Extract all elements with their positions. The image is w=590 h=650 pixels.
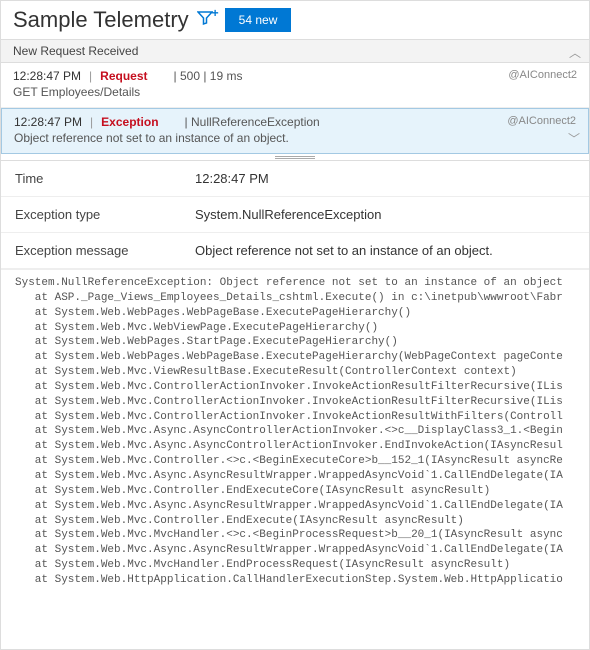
stack-trace: System.NullReferenceException: Object re… — [1, 270, 589, 587]
entry-source: @AIConnect2 — [508, 69, 577, 81]
new-items-button[interactable]: 54 new — [225, 8, 292, 32]
entry-meta: | NullReferenceException — [185, 115, 320, 129]
section-header-label: New Request Received — [13, 44, 138, 58]
detail-val: Object reference not set to an instance … — [181, 233, 589, 269]
detail-key: Time — [1, 161, 181, 197]
splitter-handle[interactable] — [1, 154, 589, 161]
details-table: Time 12:28:47 PM Exception type System.N… — [1, 161, 589, 269]
table-row: Exception message Object reference not s… — [1, 233, 589, 269]
chevron-down-icon[interactable]: ﹀ — [568, 130, 580, 147]
panel-header: Sample Telemetry + 54 new — [1, 1, 589, 39]
stack-trace-scroll[interactable]: System.NullReferenceException: Object re… — [1, 269, 589, 587]
detail-key: Exception message — [1, 233, 181, 269]
section-header[interactable]: New Request Received ︿ — [1, 39, 589, 63]
filter-icon[interactable]: + — [197, 10, 217, 30]
entry-kind: Exception — [101, 115, 158, 129]
panel-title: Sample Telemetry — [13, 7, 189, 33]
entry-subtext: Object reference not set to an instance … — [14, 131, 576, 145]
detail-val: System.NullReferenceException — [181, 197, 589, 233]
entry-subtext: GET Employees/Details — [13, 85, 577, 99]
gripper-icon — [275, 156, 315, 159]
entry-kind: Request — [100, 69, 147, 83]
detail-val: 12:28:47 PM — [181, 161, 589, 197]
plus-icon: + — [212, 6, 219, 20]
table-row: Time 12:28:47 PM — [1, 161, 589, 197]
table-row: Exception type System.NullReferenceExcep… — [1, 197, 589, 233]
chevron-up-icon[interactable]: ︿ — [569, 44, 581, 61]
entry-source: @AIConnect2 — [507, 115, 576, 127]
entry-timestamp: 12:28:47 PM — [14, 115, 82, 129]
telemetry-entry[interactable]: 12:28:47 PM | Request | 500 | 19 ms GET … — [1, 63, 589, 108]
telemetry-entry-selected[interactable]: 12:28:47 PM | Exception | NullReferenceE… — [1, 108, 589, 154]
detail-key: Exception type — [1, 197, 181, 233]
entry-meta: | 500 | 19 ms — [174, 69, 243, 83]
entry-timestamp: 12:28:47 PM — [13, 69, 81, 83]
